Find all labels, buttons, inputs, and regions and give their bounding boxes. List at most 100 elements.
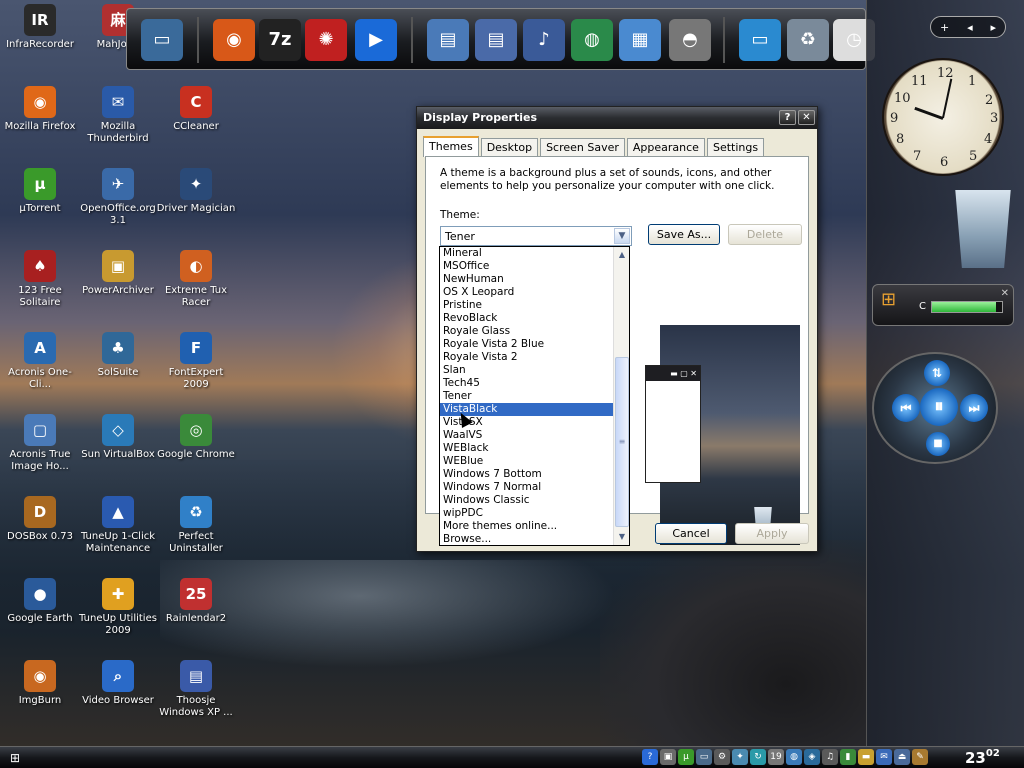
add-gadget-button[interactable]: +	[940, 21, 949, 34]
desktop-icon[interactable]: ▣ PowerArchiver	[78, 250, 158, 297]
theme-option[interactable]: Royale Vista 2	[440, 351, 614, 364]
desktop-icon[interactable]: ✈ OpenOffice.org 3.1	[78, 168, 158, 227]
tab-desktop[interactable]: Desktop	[480, 138, 539, 157]
theme-option[interactable]: Tener	[440, 390, 614, 403]
theme-option[interactable]: Tech45	[440, 377, 614, 390]
desktop-icon[interactable]: ✦ Driver Magician	[156, 168, 236, 215]
theme-option[interactable]: Windows 7 Bottom	[440, 468, 614, 481]
utorrent-tray-icon[interactable]: µ	[678, 749, 694, 765]
network-tray-icon[interactable]: ◍	[786, 749, 802, 765]
theme-option[interactable]: Royale Glass	[440, 325, 614, 338]
clock-gadget[interactable]: 12 1 2 3 4 5 6 7 8 9 10 11	[882, 58, 1004, 176]
theme-option[interactable]: RevoBlack	[440, 312, 614, 325]
tools-icon[interactable]: ✎	[912, 749, 928, 765]
bug-icon[interactable]: ✺	[305, 19, 347, 61]
scroll-down-icon[interactable]: ▼	[615, 530, 629, 544]
desktop-icon[interactable]: ♻ Perfect Uninstaller	[156, 496, 236, 555]
recycle-bin-icon[interactable]: ♻	[787, 19, 829, 61]
theme-option[interactable]: More themes online...	[440, 520, 614, 533]
help-button[interactable]: ?	[779, 110, 796, 125]
prev-gadget-button[interactable]: ◂	[967, 21, 973, 34]
documents-icon[interactable]: ▤	[427, 19, 469, 61]
scroll-up-icon[interactable]: ▲	[615, 248, 629, 262]
desktop-icon[interactable]: 25 Rainlendar2	[156, 578, 236, 625]
theme-option[interactable]: Windows Classic	[440, 494, 614, 507]
close-button[interactable]: ✕	[798, 110, 815, 125]
desktop-icon[interactable]: ♣ SolSuite	[78, 332, 158, 379]
firefox-icon[interactable]: ◉	[213, 19, 255, 61]
theme-dropdown-list[interactable]: Mineral MSOffice NewHuman OS X Leopard Prist…	[439, 246, 630, 546]
theme-option[interactable]: WaalVS	[440, 429, 614, 442]
tab-screen-saver[interactable]: Screen Saver	[540, 138, 625, 157]
tab-settings[interactable]: Settings	[706, 138, 765, 157]
delete-button[interactable]: Delete	[728, 224, 802, 245]
next-gadget-button[interactable]: ▸	[991, 21, 997, 34]
pause-button[interactable]: ⏸	[920, 388, 958, 426]
refresh-icon[interactable]: ↻	[750, 749, 766, 765]
theme-option[interactable]: NewHuman	[440, 273, 614, 286]
theme-option[interactable]: WEBlack	[440, 442, 614, 455]
theme-option[interactable]: Windows 7 Normal	[440, 481, 614, 494]
tab-themes[interactable]: Themes	[423, 136, 479, 157]
display-icon[interactable]: ▭	[739, 19, 781, 61]
desktop-icon[interactable]: µ µTorrent	[0, 168, 80, 215]
gadget-close-icon[interactable]: ✕	[1001, 288, 1009, 299]
tray-monitor-icon[interactable]: ▭	[696, 749, 712, 765]
music-icon[interactable]: ♪	[523, 19, 565, 61]
desktop-icon[interactable]: ● Google Earth	[0, 578, 80, 625]
desktop-icon[interactable]: ▤ Thoosje Windows XP ...	[156, 660, 236, 719]
tray-star-icon[interactable]: ✦	[732, 749, 748, 765]
theme-option[interactable]: wipPDC	[440, 507, 614, 520]
desktop-icon[interactable]: F FontExpert 2009	[156, 332, 236, 391]
desktop-icon[interactable]: D DOSBox 0.73	[0, 496, 80, 543]
theme-option[interactable]: Browse...	[440, 533, 614, 545]
shuffle-button[interactable]: ⇅	[924, 360, 950, 386]
start-button[interactable]: ⊞	[10, 750, 26, 766]
theme-option[interactable]: Pristine	[440, 299, 614, 312]
7zip-icon[interactable]: 7z	[259, 19, 301, 61]
desktop-icon[interactable]: ◎ Google Chrome	[156, 414, 236, 461]
dropdown-scrollbar[interactable]: ▲ ≡ ▼	[613, 247, 629, 545]
theme-select[interactable]: Tener ▼	[440, 226, 632, 246]
folder-icon[interactable]: ▬	[858, 749, 874, 765]
window-titlebar[interactable]: Display Properties ? ✕	[417, 107, 817, 129]
theme-option[interactable]: MSOffice	[440, 260, 614, 273]
desktop-icon[interactable]: ✉ Mozilla Thunderbird	[78, 86, 158, 145]
help-icon[interactable]: ?	[642, 749, 658, 765]
computer-icon[interactable]: ▭	[141, 19, 183, 61]
desktop-icon[interactable]: ▢ Acronis True Image Ho...	[0, 414, 80, 473]
desktop-icon[interactable]: ♠ 123 Free Solitaire	[0, 250, 80, 309]
desktop-icon[interactable]: ✚ TuneUp Utilities 2009	[78, 578, 158, 637]
calendar-icon[interactable]: 19	[768, 749, 784, 765]
save-as-button[interactable]: Save As...	[648, 224, 720, 245]
apply-button[interactable]: Apply	[735, 523, 809, 544]
desktop-icon[interactable]: A Acronis One-Cli...	[0, 332, 80, 391]
theme-option[interactable]: Slan	[440, 364, 614, 377]
battery-icon[interactable]: ▮	[840, 749, 856, 765]
desktop-icon[interactable]: ◉ Mozilla Firefox	[0, 86, 80, 133]
desktop-icon[interactable]: ◉ ImgBurn	[0, 660, 80, 707]
desktop-icon[interactable]: C CCleaner	[156, 86, 236, 133]
dvd-drive-icon[interactable]: ◓	[669, 19, 711, 61]
desktop-icon[interactable]: IR InfraRecorder	[0, 4, 80, 51]
previous-track-button[interactable]: ⏮	[892, 394, 920, 422]
shield-icon[interactable]: ◈	[804, 749, 820, 765]
desktop-icon[interactable]: ◇ Sun VirtualBox	[78, 414, 158, 461]
cancel-button[interactable]: Cancel	[655, 523, 727, 544]
control-panel-icon[interactable]: ▦	[619, 19, 661, 61]
volume-icon[interactable]: ♫	[822, 749, 838, 765]
chevron-down-icon[interactable]: ▼	[614, 228, 630, 244]
tray-chat-icon[interactable]: ✉	[876, 749, 892, 765]
theme-option[interactable]: Royale Vista 2 Blue	[440, 338, 614, 351]
scroll-thumb[interactable]: ≡	[615, 357, 629, 527]
tray-window-icon[interactable]: ▣	[660, 749, 676, 765]
gear-icon[interactable]: ⚙	[714, 749, 730, 765]
network-icon[interactable]: ◍	[571, 19, 613, 61]
stop-button[interactable]: ■	[926, 432, 950, 456]
taskbar-clock[interactable]: 2302	[965, 748, 1000, 768]
eject-icon[interactable]: ⏏	[894, 749, 910, 765]
tab-appearance[interactable]: Appearance	[626, 138, 705, 157]
next-track-button[interactable]: ⏭	[960, 394, 988, 422]
desktop-icon[interactable]: ⌕ Video Browser	[78, 660, 158, 707]
desktop-icon[interactable]: ▲ TuneUp 1-Click Maintenance	[78, 496, 158, 555]
